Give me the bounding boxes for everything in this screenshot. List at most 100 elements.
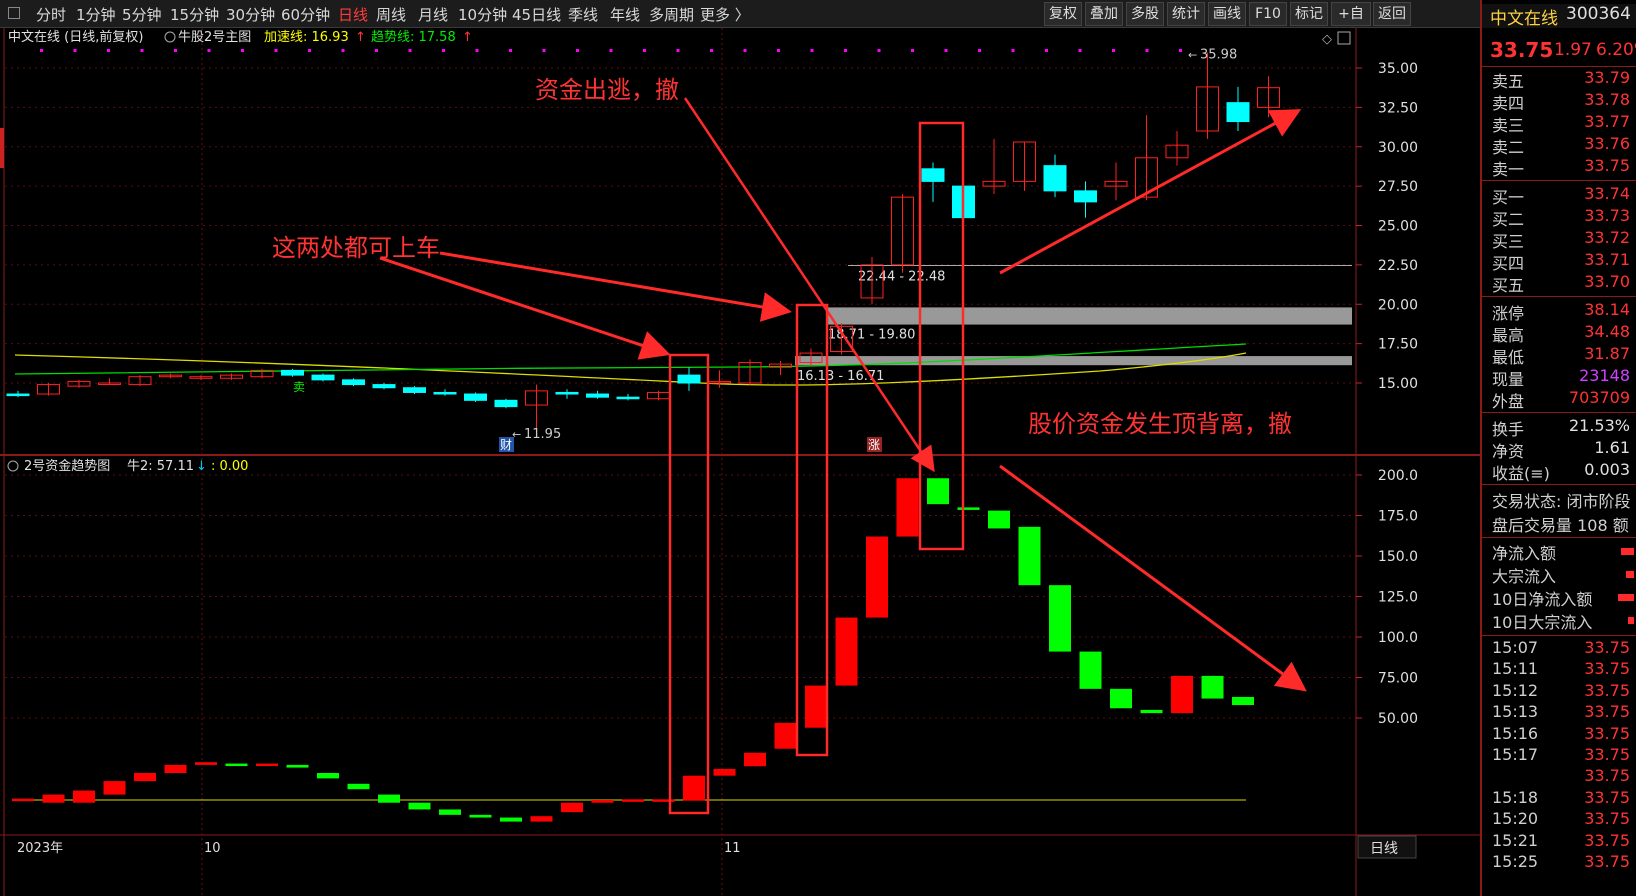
period-tab-4[interactable]: 30分钟 xyxy=(226,4,275,25)
tick-value: 33.75 xyxy=(1584,638,1630,657)
stat-row-14: 外盘 703709 xyxy=(1482,388,1636,411)
signal-dot xyxy=(107,49,110,52)
tick-value: 33.75 xyxy=(1584,830,1630,850)
period-tab-6[interactable]: 日线 xyxy=(338,4,368,25)
toolbar-button-4[interactable]: 画线 xyxy=(1208,2,1246,26)
signal-dot xyxy=(576,49,579,52)
candle-body xyxy=(342,379,365,386)
period-toolbar: 分时 1分钟 5分钟 15分钟 30分钟 60分钟 日线 周线 月线 10分钟 45日线 季线 年线 多周… xyxy=(0,0,1480,44)
signal-dot xyxy=(274,49,278,52)
ask-row-2: 卖三 33.77 xyxy=(1482,112,1636,135)
low-price-label: 11.95 xyxy=(524,427,561,442)
period-tab-8[interactable]: 月线 xyxy=(418,4,448,25)
ratio-label: 换手 xyxy=(1492,420,1525,439)
candle-body xyxy=(6,393,30,397)
toolbar-button-0[interactable]: 复权 xyxy=(1044,2,1082,26)
period-tab-12[interactable]: 年线 xyxy=(610,4,640,25)
toolbar-button-7[interactable]: +自选 xyxy=(1331,2,1371,44)
divider xyxy=(1482,180,1636,181)
tick-row-28: 15:16 33.75 xyxy=(1482,724,1636,745)
stat-label: 最高 xyxy=(1492,326,1525,345)
toolbar-button-6[interactable]: 标记 xyxy=(1290,2,1328,26)
ytick-label-main-7: 17.50 xyxy=(1378,337,1418,353)
ask-label: 卖五 xyxy=(1492,72,1525,91)
ratio-label: 收益(≡) xyxy=(1492,464,1550,483)
fund-bar xyxy=(42,794,65,803)
xaxis-label-oct: 10 xyxy=(204,841,221,856)
tick-value: 33.75 xyxy=(1584,766,1630,786)
candle-body xyxy=(616,396,640,400)
toolbar-button-8[interactable]: 返回 xyxy=(1373,2,1411,26)
signal-dot xyxy=(442,49,445,52)
accel-line-label: 加速线: 16.93 xyxy=(264,30,349,45)
signal-dot xyxy=(73,49,77,52)
panel-toggle-icon[interactable] xyxy=(8,7,20,19)
price-row: 33.75 1.97 6.20% xyxy=(1482,38,1636,64)
signal-dot xyxy=(140,49,144,52)
tick-value: 33.75 xyxy=(1584,809,1630,829)
bid-row-6: 买二 33.73 xyxy=(1482,206,1636,229)
ask-row-4: 卖一 33.75 xyxy=(1482,156,1636,179)
period-tab-10[interactable]: 45日线 xyxy=(512,4,561,25)
kline-chart-area[interactable]: 35.00 32.50 30.00 27.50 25.00 22.50 20.00 17.50… xyxy=(0,28,1480,896)
signal-dot xyxy=(308,49,311,52)
bid-value: 33.71 xyxy=(1584,250,1630,269)
divider xyxy=(1482,484,1636,485)
stat-row-11: 最高 34.48 xyxy=(1482,322,1636,345)
price-change: 1.97 xyxy=(1554,40,1592,60)
stock-header: 中文在线 300364 xyxy=(1482,4,1636,29)
period-tab-1[interactable]: 1分钟 xyxy=(76,4,116,25)
candle-body xyxy=(372,384,396,389)
period-tab-9[interactable]: 10分钟 xyxy=(458,4,507,25)
period-tab-13[interactable]: 多周期 xyxy=(649,4,694,25)
toolbar-button-3[interactable]: 统计 xyxy=(1167,2,1205,26)
candle-body xyxy=(586,393,609,398)
candle-body xyxy=(464,393,487,401)
ytick-label-main-0: 35.00 xyxy=(1378,61,1418,77)
period-tab-14[interactable]: 更多 〉 xyxy=(700,4,750,25)
ask-value: 33.75 xyxy=(1584,156,1630,175)
indicator-name: 牛股2号主图 xyxy=(178,30,251,45)
fund-bar xyxy=(866,536,888,618)
signal-dot xyxy=(241,49,244,52)
period-tab-0[interactable]: 分时 xyxy=(36,4,66,25)
stat-value: 34.48 xyxy=(1584,322,1630,341)
tick-label: 15:11 xyxy=(1492,659,1539,679)
fund-bar xyxy=(164,764,187,773)
toolbar-button-5[interactable]: F10 xyxy=(1249,2,1287,26)
xaxis-label-nov: 11 xyxy=(724,841,741,856)
flow-bar xyxy=(1621,548,1634,555)
fund-bar xyxy=(805,685,827,728)
period-tab-5[interactable]: 60分钟 xyxy=(281,4,330,25)
period-tab-3[interactable]: 15分钟 xyxy=(170,4,219,25)
fund-bar xyxy=(927,478,949,505)
signal-dot xyxy=(341,49,345,52)
candle-body xyxy=(1074,190,1097,203)
period-tab-2[interactable]: 5分钟 xyxy=(122,4,162,25)
tick-label: 15:16 xyxy=(1492,723,1539,743)
period-tab-7[interactable]: 周线 xyxy=(376,4,406,25)
tick-value: 33.75 xyxy=(1584,702,1630,722)
toolbar-button-2[interactable]: 多股 xyxy=(1126,2,1164,26)
tick-value: 33.75 xyxy=(1584,852,1630,871)
tick-value: 33.75 xyxy=(1584,787,1630,807)
xaxis-label-year: 2023年 xyxy=(17,841,63,856)
fund-bar xyxy=(225,763,248,767)
fund-bar xyxy=(195,762,217,765)
kline-chart-svg[interactable]: 35.00 32.50 30.00 27.50 25.00 22.50 20.00 17.50… xyxy=(0,28,1480,896)
signal-dot xyxy=(743,49,747,52)
bid-value: 33.73 xyxy=(1584,206,1630,225)
fund-bar xyxy=(12,798,34,802)
flow-label: 净流入额 xyxy=(1492,544,1557,563)
signal-dot xyxy=(710,49,713,52)
signal-dot xyxy=(643,49,646,52)
signal-dot xyxy=(174,49,177,52)
signal-dot xyxy=(609,49,613,52)
period-tab-11[interactable]: 季线 xyxy=(568,4,598,25)
candle-body xyxy=(403,387,426,393)
sub-chart-title: 2号资金趋势图 xyxy=(24,458,110,474)
ytick-label-main-5: 22.50 xyxy=(1378,258,1418,274)
fund-bar xyxy=(896,478,919,537)
divider xyxy=(1482,635,1636,636)
toolbar-button-1[interactable]: 叠加 xyxy=(1085,2,1123,26)
